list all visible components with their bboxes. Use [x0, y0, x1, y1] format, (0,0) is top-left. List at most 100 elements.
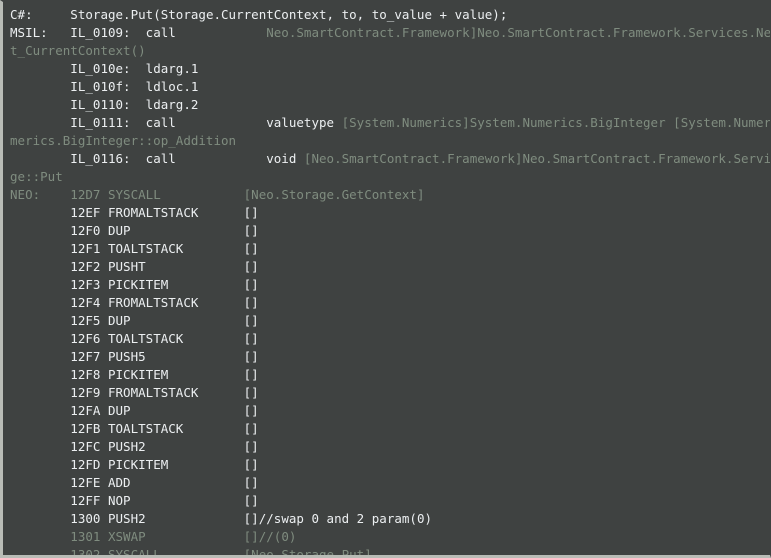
- neo-operand: []: [243, 403, 259, 418]
- msil-gutter-label: [10, 97, 70, 112]
- neo-line: 12F5 DUP []: [3, 312, 770, 330]
- neo-opcode: XSWAP: [107, 529, 244, 544]
- neo-operand: []: [243, 385, 259, 400]
- neo-gutter-label: [10, 367, 70, 382]
- msil-offset: IL_0111:: [70, 115, 146, 130]
- msil-line: IL_010f: ldloc.1: [3, 78, 770, 96]
- neo-address: 12FB: [70, 421, 108, 436]
- neo-gutter-label: [10, 511, 70, 526]
- neo-line: NEO: 12D7 SYSCALL [Neo.Storage.GetContex…: [3, 186, 770, 204]
- neo-line: 12FE ADD []: [3, 474, 770, 492]
- neo-operand: []: [243, 259, 259, 274]
- neo-gutter-label: [10, 457, 70, 472]
- neo-opcode: TOALTSTACK: [107, 331, 244, 346]
- msil-opcode: call: [145, 151, 267, 166]
- msil-offset: IL_0109:: [70, 25, 146, 40]
- neo-address: 12FC: [70, 439, 108, 454]
- neo-opcode: PUSH5: [107, 349, 244, 364]
- neo-gutter-label: [10, 475, 70, 490]
- neo-line: 12F7 PUSH5 []: [3, 348, 770, 366]
- neo-gutter-label: [10, 223, 70, 238]
- neo-address: 12FD: [70, 457, 108, 472]
- neo-gutter-label: [10, 547, 70, 555]
- neo-operand: []: [243, 277, 259, 292]
- msil-line: IL_0111: call valuetype [System.Numerics…: [3, 114, 770, 132]
- neo-opcode: ADD: [107, 475, 244, 490]
- msil-line: MSIL: IL_0109: call Neo.SmartContract.Fr…: [3, 24, 770, 42]
- neo-opcode: PUSHT: [107, 259, 244, 274]
- neo-operand: []: [243, 241, 259, 256]
- msil-offset: IL_010f:: [70, 79, 146, 94]
- csharp-source-text: Storage.Put(Storage.CurrentContext, to, …: [70, 7, 508, 22]
- neo-gutter-label: [10, 259, 70, 274]
- msil-opcode: call: [145, 25, 267, 40]
- msil-opcode: ldloc.1: [145, 79, 199, 94]
- msil-line: IL_0116: call void [Neo.SmartContract.Fr…: [3, 150, 770, 168]
- neo-line: 12EF FROMALTSTACK []: [3, 204, 770, 222]
- msil-line: IL_010e: ldarg.1: [3, 60, 770, 78]
- neo-line: 12FD PICKITEM []: [3, 456, 770, 474]
- neo-gutter-label: [10, 529, 70, 544]
- neo-opcode: PUSH2: [107, 511, 244, 526]
- neo-operand: [Neo.Storage.Put]: [243, 547, 372, 558]
- neo-line: 1302 SYSCALL [Neo.Storage.Put]: [3, 546, 770, 558]
- neo-operand: []: [243, 295, 259, 310]
- neo-gutter-label: [10, 403, 70, 418]
- neo-operand: []: [243, 475, 259, 490]
- msil-operand-type: void: [266, 151, 304, 166]
- msil-gutter-label: [10, 151, 70, 166]
- neo-operand: []: [243, 367, 259, 382]
- neo-line: 12F9 FROMALTSTACK []: [3, 384, 770, 402]
- neo-address: 1300: [70, 511, 108, 526]
- msil-gutter-label: [10, 61, 70, 76]
- neo-operand: []//swap 0 and 2 param(0): [243, 511, 433, 526]
- neo-gutter-label: [10, 295, 70, 310]
- neo-address: 12F6: [70, 331, 108, 346]
- neo-line: 12FA DUP []: [3, 402, 770, 420]
- msil-operand: [Neo.SmartContract.Framework]Neo.SmartCo…: [303, 151, 771, 166]
- msil-gutter-label: [10, 115, 70, 130]
- neo-address: 12F4: [70, 295, 108, 310]
- neo-line: 12F6 TOALTSTACK []: [3, 330, 770, 348]
- msil-gutter-label: [10, 79, 70, 94]
- neo-opcode: DUP: [107, 313, 244, 328]
- csharp-gutter-label: C#:: [10, 7, 71, 22]
- neo-address: 1302: [70, 547, 108, 558]
- msil-offset: IL_0110:: [70, 97, 146, 112]
- msil-operand: Neo.SmartContract.Framework]Neo.SmartCon…: [266, 25, 771, 40]
- neo-operand: []: [243, 439, 259, 454]
- msil-offset: IL_010e:: [70, 61, 146, 76]
- neo-gutter-label: [10, 241, 70, 256]
- neo-opcode: PICKITEM: [107, 457, 244, 472]
- neo-line: 12FC PUSH2 []: [3, 438, 770, 456]
- neo-gutter-label: [10, 385, 70, 400]
- neo-address: 1301: [70, 529, 108, 544]
- neo-gutter-label: [10, 277, 70, 292]
- neo-address: 12F7: [70, 349, 108, 364]
- neo-opcode: FROMALTSTACK: [107, 295, 244, 310]
- neo-opcode: TOALTSTACK: [107, 421, 244, 436]
- neo-address: 12FA: [70, 403, 108, 418]
- neo-address: 12F8: [70, 367, 108, 382]
- neo-opcode: FROMALTSTACK: [107, 385, 244, 400]
- neo-opcode: SYSCALL: [107, 187, 244, 202]
- msil-operand-wrap: t_CurrentContext(): [10, 43, 146, 58]
- neo-opcode: TOALTSTACK: [107, 241, 244, 256]
- code-output-viewer[interactable]: C#: Storage.Put(Storage.CurrentContext, …: [0, 0, 771, 558]
- msil-gutter-label: MSIL:: [10, 25, 71, 40]
- neo-operand: []: [243, 205, 259, 220]
- neo-line: 12F4 FROMALTSTACK []: [3, 294, 770, 312]
- neo-opcode: PUSH2: [107, 439, 244, 454]
- csharp-line: C#: Storage.Put(Storage.CurrentContext, …: [3, 6, 770, 24]
- msil-operand-wrap: ge::Put: [10, 169, 63, 184]
- neo-line: 12F1 TOALTSTACK []: [3, 240, 770, 258]
- neo-address: 12FE: [70, 475, 108, 490]
- neo-address: 12F5: [70, 313, 108, 328]
- code-text-area[interactable]: C#: Storage.Put(Storage.CurrentContext, …: [3, 6, 770, 555]
- neo-operand: [Neo.Storage.GetContext]: [243, 187, 425, 202]
- msil-line-wrap: t_CurrentContext(): [3, 42, 770, 60]
- neo-address: 12EF: [70, 205, 108, 220]
- neo-opcode: NOP: [107, 493, 244, 508]
- neo-operand: []: [243, 349, 259, 364]
- neo-gutter-label: [10, 439, 70, 454]
